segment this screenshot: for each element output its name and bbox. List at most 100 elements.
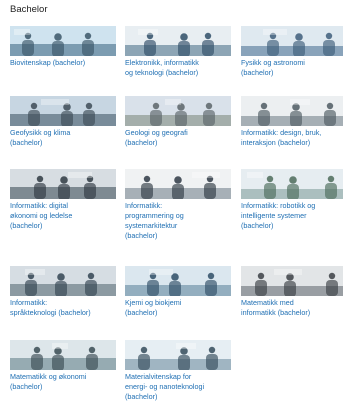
program-thumbnail[interactable] xyxy=(241,266,343,296)
program-link[interactable]: Biovitenskap (bachelor) xyxy=(10,58,118,68)
thumbnail-figure-body xyxy=(264,183,276,199)
thumbnail-photo xyxy=(10,266,116,296)
thumbnail-figure-head xyxy=(257,272,265,280)
program-thumbnail[interactable] xyxy=(10,266,116,296)
thumbnail-figure-body xyxy=(175,111,187,126)
thumbnail-figure-body xyxy=(25,280,37,296)
program-thumbnail[interactable] xyxy=(10,96,116,126)
thumbnail-photo xyxy=(125,169,231,199)
program-thumbnail[interactable] xyxy=(125,169,231,199)
program-link[interactable]: Informatikk: språkteknologi (bachelor) xyxy=(10,298,118,318)
program-link[interactable]: Geofysikk og klima (bachelor) xyxy=(10,128,118,148)
program-card[interactable]: Informatikk: design, bruk, interaksjon (… xyxy=(241,96,343,148)
program-link[interactable]: Materialvitenskap for energi- og nanotek… xyxy=(125,372,233,402)
program-link[interactable]: Geologi og geografi (bachelor) xyxy=(125,128,233,148)
program-thumbnail[interactable] xyxy=(241,26,343,56)
program-card[interactable]: Matematikk med informatikk (bachelor) xyxy=(241,266,343,318)
program-thumbnail[interactable] xyxy=(125,340,231,370)
thumbnail-figure-body xyxy=(255,280,267,296)
program-thumbnail[interactable] xyxy=(125,26,231,56)
thumbnail-figure-body xyxy=(169,281,181,296)
section-title: Bachelor xyxy=(10,4,48,15)
thumbnail-figure-body xyxy=(284,281,296,296)
program-card[interactable]: Geofysikk og klima (bachelor) xyxy=(10,96,118,148)
thumbnail-figure-body xyxy=(323,40,335,56)
thumbnail-highlight xyxy=(138,29,158,35)
thumbnail-figure-head xyxy=(174,176,182,184)
thumbnail-photo xyxy=(10,26,116,56)
program-link[interactable]: Informatikk: programmering og systemarki… xyxy=(125,201,233,241)
program-thumbnail[interactable] xyxy=(241,96,343,126)
thumbnail-photo xyxy=(241,266,343,296)
thumbnail-figure-body xyxy=(205,280,217,296)
program-thumbnail[interactable] xyxy=(10,340,116,370)
program-card[interactable]: Matematikk og økonomi (bachelor) xyxy=(10,340,118,392)
thumbnail-figure-head xyxy=(205,102,213,110)
program-card[interactable]: Materialvitenskap for energi- og nanotek… xyxy=(125,340,233,402)
thumbnail-figure-body xyxy=(178,41,190,56)
program-link[interactable]: Fysikk og astronomi (bachelor) xyxy=(241,58,343,78)
thumbnail-figure-body xyxy=(22,40,34,56)
thumbnail-figure-body xyxy=(82,40,94,56)
program-card[interactable]: Fysikk og astronomi (bachelor) xyxy=(241,26,343,78)
thumbnail-figure-body xyxy=(141,183,153,199)
program-card[interactable]: Kjemi og biokjemi (bachelor) xyxy=(125,266,233,318)
thumbnail-figure-head xyxy=(84,32,92,40)
program-card[interactable]: Biovitenskap (bachelor) xyxy=(10,26,118,68)
program-link[interactable]: Informatikk: digital økonomi og ledelse … xyxy=(10,201,118,231)
thumbnail-highlight xyxy=(176,343,196,349)
thumbnail-highlight xyxy=(165,99,181,105)
thumbnail-photo xyxy=(241,169,343,199)
program-link[interactable]: Matematikk med informatikk (bachelor) xyxy=(241,298,343,318)
program-thumbnail[interactable] xyxy=(241,169,343,199)
program-thumbnail[interactable] xyxy=(125,266,231,296)
program-card[interactable]: Informatikk: digital økonomi og ledelse … xyxy=(10,169,118,231)
thumbnail-figure-head xyxy=(87,272,95,280)
program-thumbnail[interactable] xyxy=(125,96,231,126)
thumbnail-highlight xyxy=(149,269,173,275)
thumbnail-highlight xyxy=(192,172,220,178)
thumbnail-figure-body xyxy=(325,183,337,199)
thumbnail-figure-body xyxy=(34,183,46,199)
thumbnail-figure-body xyxy=(326,280,338,296)
program-link[interactable]: Elektronikk, informatikk og teknologi (b… xyxy=(125,58,233,78)
thumbnail-photo xyxy=(125,96,231,126)
program-link[interactable]: Kjemi og biokjemi (bachelor) xyxy=(125,298,233,318)
thumbnail-figure-head xyxy=(289,176,297,184)
thumbnail-figure-body xyxy=(138,354,150,370)
thumbnail-figure-head xyxy=(152,102,160,110)
thumbnail-figure-body xyxy=(202,40,214,56)
thumbnail-figure-head xyxy=(295,33,303,41)
program-card[interactable]: Elektronikk, informatikk og teknologi (b… xyxy=(125,26,233,78)
thumbnail-figure-head xyxy=(54,33,62,41)
program-card[interactable]: Informatikk: språkteknologi (bachelor) xyxy=(10,266,118,318)
thumbnail-figure-body xyxy=(55,281,67,296)
thumbnail-photo xyxy=(125,266,231,296)
program-card[interactable]: Informatikk: robotikk og intelligente sy… xyxy=(241,169,343,231)
thumbnail-figure-body xyxy=(203,110,215,126)
thumbnail-figure-head xyxy=(328,272,336,280)
program-thumbnail[interactable] xyxy=(10,169,116,199)
thumbnail-figure-body xyxy=(290,111,302,126)
program-thumbnail[interactable] xyxy=(10,26,116,56)
thumbnail-figure-body xyxy=(84,183,96,199)
program-card[interactable]: Informatikk: programmering og systemarki… xyxy=(125,169,233,241)
thumbnail-figure-head xyxy=(204,32,212,40)
thumbnail-figure-head xyxy=(88,346,96,354)
thumbnail-figure-head xyxy=(60,176,68,184)
thumbnail-figure-body xyxy=(61,111,73,126)
thumbnail-highlight xyxy=(25,269,45,275)
thumbnail-figure-body xyxy=(172,184,184,199)
program-link[interactable]: Informatikk: design, bruk, interaksjon (… xyxy=(241,128,343,148)
program-link[interactable]: Informatikk: robotikk og intelligente sy… xyxy=(241,201,343,231)
program-link[interactable]: Matematikk og økonomi (bachelor) xyxy=(10,372,118,392)
thumbnail-photo xyxy=(241,26,343,56)
thumbnail-figure-head xyxy=(85,102,93,110)
thumbnail-figure-body xyxy=(206,354,218,370)
thumbnail-figure-body xyxy=(147,280,159,296)
program-card[interactable]: Geologi og geografi (bachelor) xyxy=(125,96,233,148)
thumbnail-highlight xyxy=(52,343,68,349)
thumbnail-figure-body xyxy=(52,355,64,370)
thumbnail-photo xyxy=(125,340,231,370)
thumbnail-figure-body xyxy=(293,41,305,56)
